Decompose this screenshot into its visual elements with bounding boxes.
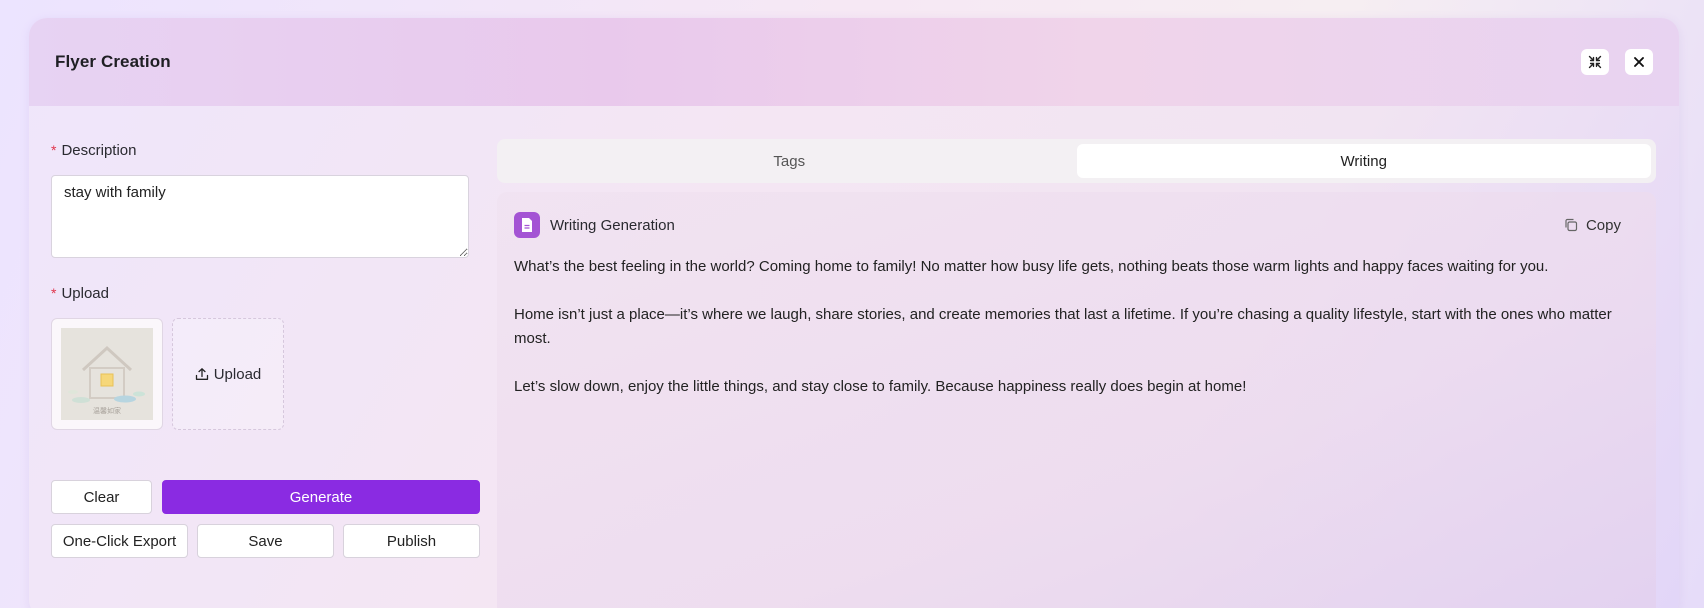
dialog-title: Flyer Creation — [55, 52, 171, 71]
one-click-export-button[interactable]: One-Click Export — [51, 524, 188, 558]
tab-tags[interactable]: Tags — [502, 144, 1077, 178]
save-button[interactable]: Save — [197, 524, 334, 558]
uploaded-image-card[interactable]: 温馨如家 — [51, 318, 163, 430]
clear-button[interactable]: Clear — [51, 480, 152, 514]
publish-button[interactable]: Publish — [343, 524, 480, 558]
upload-icon — [195, 368, 208, 380]
house-image: 温馨如家 — [61, 328, 153, 420]
close-button[interactable] — [1625, 49, 1653, 75]
result-tabs: Tags Writing — [497, 139, 1656, 183]
upload-button-label: Upload — [213, 365, 262, 383]
header-actions — [1581, 49, 1653, 75]
description-textarea[interactable]: stay with family — [51, 175, 469, 258]
description-label: * Description — [51, 142, 136, 159]
upload-dropzone[interactable]: Upload — [172, 318, 284, 430]
copy-icon — [1565, 218, 1578, 232]
upload-label: * Upload — [51, 285, 109, 302]
minimize-button[interactable] — [1581, 49, 1609, 75]
required-marker: * — [51, 142, 57, 158]
generate-button[interactable]: Generate — [162, 480, 480, 514]
card-header: Writing Generation Copy — [514, 211, 1639, 239]
card-title-text: Writing Generation — [550, 216, 675, 234]
description-label-text: Description — [61, 142, 137, 159]
flyer-creation-dialog: Flyer Creation * Description stay with f… — [29, 18, 1679, 608]
copy-button[interactable]: Copy — [1564, 217, 1621, 234]
dialog-body: *Description stay with family *Upload — [29, 106, 1679, 608]
paragraph: What’s the best feeling in the world? Co… — [514, 258, 1549, 275]
uploaded-image-thumbnail: 温馨如家 — [61, 328, 153, 420]
upload-label-text: Upload — [61, 285, 109, 302]
required-marker: * — [51, 285, 57, 301]
collapse-arrows-icon — [1588, 55, 1602, 69]
tab-writing[interactable]: Writing — [1076, 144, 1651, 178]
close-icon — [1634, 57, 1644, 67]
card-title: Writing Generation — [514, 212, 675, 238]
generated-text: What’s the best feeling in the world? Co… — [514, 255, 1644, 399]
copy-button-label: Copy — [1585, 216, 1621, 234]
dialog-header: Flyer Creation — [29, 18, 1679, 106]
thumbnail-caption: 温馨如家 — [93, 406, 121, 415]
paragraph: Let’s slow down, enjoy the little things… — [514, 378, 1247, 395]
writing-generation-card: Writing Generation Copy What’s the best … — [497, 192, 1656, 608]
paragraph: Home isn’t just a place—it’s where we la… — [514, 306, 1612, 347]
document-icon — [514, 212, 540, 238]
result-panel: Tags Writing Writing Generation Copy Wha… — [497, 139, 1656, 608]
